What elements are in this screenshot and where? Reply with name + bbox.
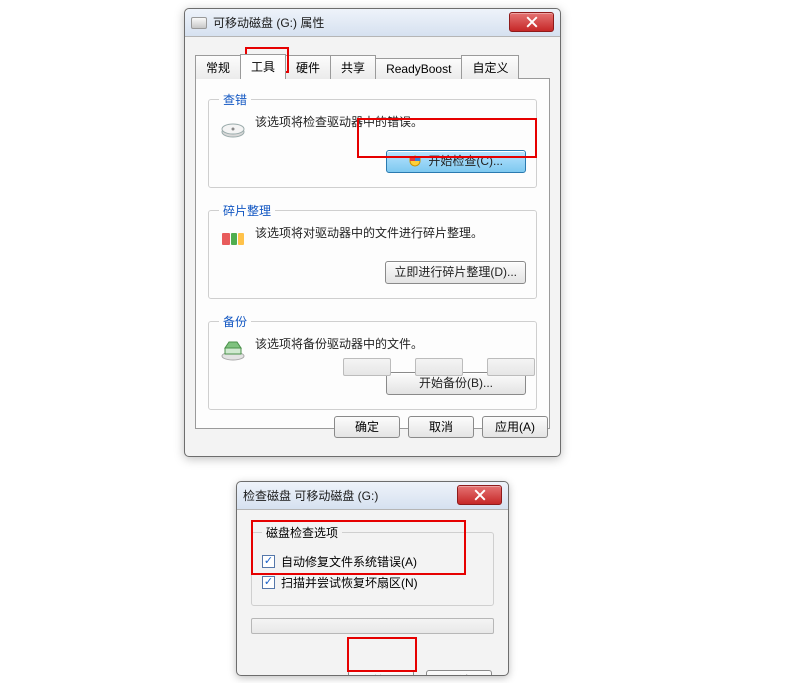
tab-content: 查错 该选项将检查驱动器中的错误。 开始检查(C)... 碎片整理	[195, 79, 550, 429]
option-scan-recover-row: ✓ 扫描并尝试恢复坏扇区(N)	[262, 574, 483, 591]
scan-recover-checkbox[interactable]: ✓	[262, 576, 275, 589]
obscured-button	[343, 358, 391, 376]
close-icon	[474, 489, 486, 501]
obscured-button	[415, 358, 463, 376]
obscured-buttons	[343, 358, 535, 376]
dialog-body: 磁盘检查选项 ✓ 自动修复文件系统错误(A) ✓ 扫描并尝试恢复坏扇区(N) 开…	[237, 510, 508, 676]
tab-row: 常规 工具 硬件 共享 ReadyBoost 自定义	[195, 55, 550, 79]
defrag-icon	[219, 227, 247, 251]
drive-icon	[191, 17, 207, 29]
auto-fix-checkbox[interactable]: ✓	[262, 555, 275, 568]
error-check-desc: 该选项将检查驱动器中的错误。	[255, 114, 423, 131]
defrag-group: 碎片整理 该选项将对驱动器中的文件进行碎片整理。 立即进行碎片整理(D)...	[208, 202, 537, 299]
ok-button[interactable]: 确定	[334, 416, 400, 438]
cancel-button[interactable]: 取消	[408, 416, 474, 438]
close-button[interactable]	[509, 12, 554, 32]
uac-shield-icon	[409, 153, 421, 165]
check-disk-dialog: 检查磁盘 可移动磁盘 (G:) 磁盘检查选项 ✓ 自动修复文件系统错误(A) ✓…	[236, 481, 509, 676]
tab-general[interactable]: 常规	[195, 55, 241, 79]
dialog-bottom-buttons: 确定 取消 应用(A)	[334, 416, 548, 438]
error-check-group: 查错 该选项将检查驱动器中的错误。 开始检查(C)...	[208, 91, 537, 188]
tab-tools[interactable]: 工具	[240, 54, 286, 79]
window-title: 可移动磁盘 (G:) 属性	[213, 14, 324, 31]
tab-sharing[interactable]: 共享	[330, 55, 376, 79]
backup-legend: 备份	[219, 313, 251, 330]
drive-properties-dialog: 可移动磁盘 (G:) 属性 常规 工具 硬件 共享 ReadyBoost 自定义…	[184, 8, 561, 457]
titlebar[interactable]: 检查磁盘 可移动磁盘 (G:)	[237, 482, 508, 510]
defrag-desc: 该选项将对驱动器中的文件进行碎片整理。	[255, 225, 483, 242]
backup-desc: 该选项将备份驱动器中的文件。	[255, 336, 423, 353]
apply-button[interactable]: 应用(A)	[482, 416, 548, 438]
defrag-legend: 碎片整理	[219, 202, 275, 219]
option-auto-fix-row: ✓ 自动修复文件系统错误(A)	[262, 553, 483, 570]
disk-check-options: 磁盘检查选项 ✓ 自动修复文件系统错误(A) ✓ 扫描并尝试恢复坏扇区(N)	[251, 524, 494, 606]
close-icon	[526, 16, 538, 28]
auto-fix-label: 自动修复文件系统错误(A)	[281, 553, 417, 570]
window-title: 检查磁盘 可移动磁盘 (G:)	[243, 487, 378, 504]
start-button[interactable]: 开始(S)	[348, 670, 414, 676]
cancel-button[interactable]: 取消	[426, 670, 492, 676]
scan-recover-label: 扫描并尝试恢复坏扇区(N)	[281, 574, 418, 591]
titlebar[interactable]: 可移动磁盘 (G:) 属性	[185, 9, 560, 37]
obscured-button	[487, 358, 535, 376]
progress-bar	[251, 618, 494, 634]
backup-icon	[219, 338, 247, 362]
options-legend: 磁盘检查选项	[262, 524, 342, 541]
close-button[interactable]	[457, 485, 502, 505]
start-check-button[interactable]: 开始检查(C)...	[386, 150, 526, 173]
error-check-legend: 查错	[219, 91, 251, 108]
dialog2-buttons: 开始(S) 取消	[348, 670, 492, 676]
tab-hardware[interactable]: 硬件	[285, 55, 331, 79]
tab-readyboost[interactable]: ReadyBoost	[375, 58, 462, 79]
disk-check-icon	[219, 116, 247, 140]
defrag-now-button[interactable]: 立即进行碎片整理(D)...	[385, 261, 526, 284]
tab-custom[interactable]: 自定义	[461, 55, 519, 79]
